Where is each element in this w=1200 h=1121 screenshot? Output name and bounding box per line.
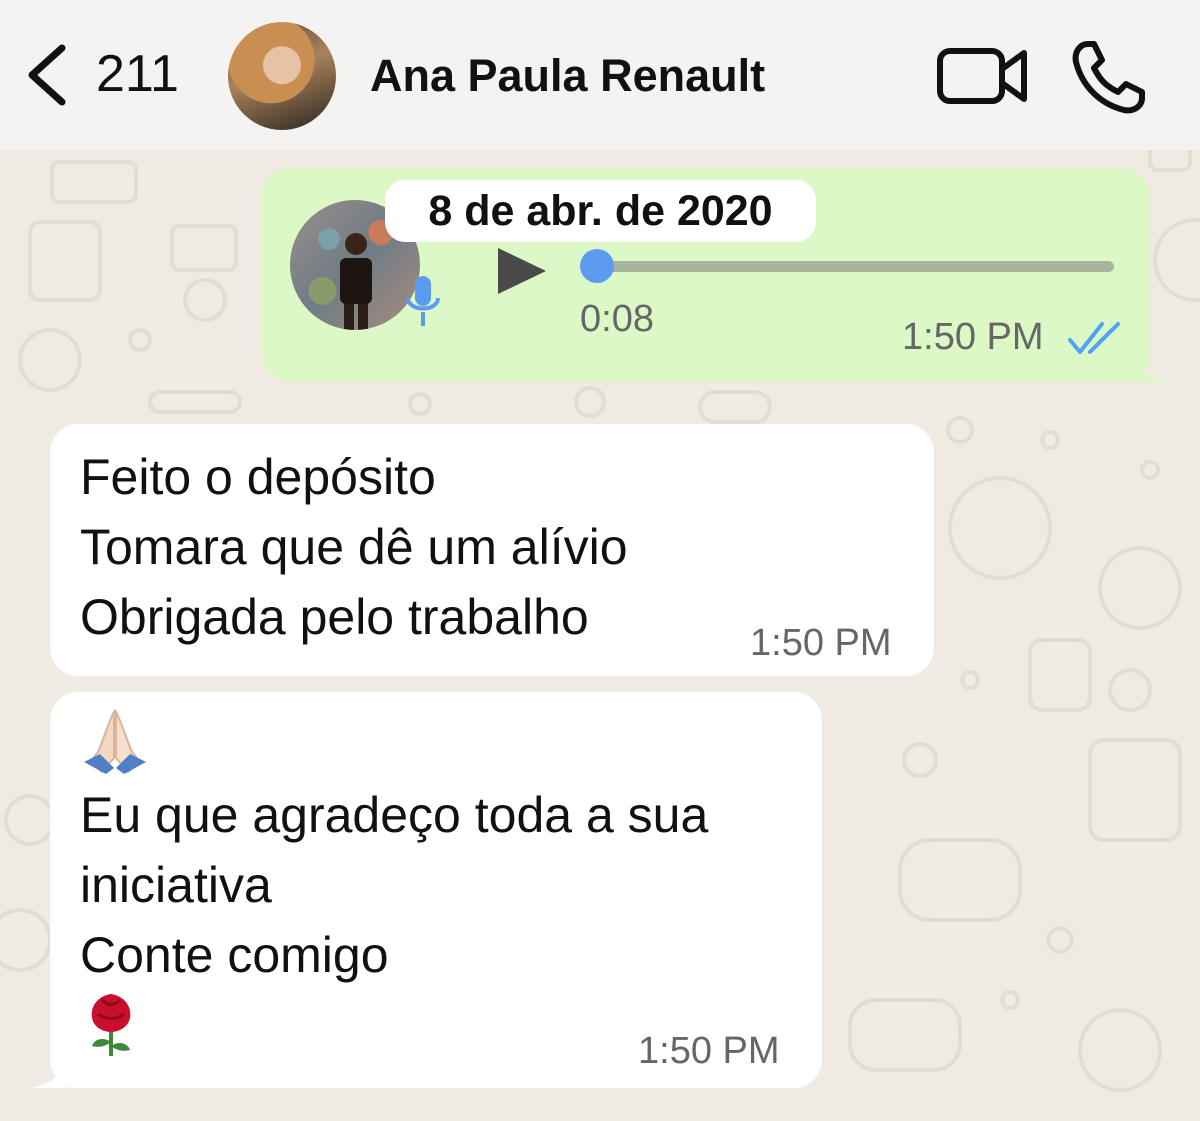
contact-name[interactable]: Ana Paula Renault [370, 50, 765, 102]
message-line: Feito o depósito [80, 449, 436, 505]
incoming-message[interactable]: Feito o depósito Tomara que dê um alívio… [50, 424, 934, 676]
audio-progress-knob[interactable] [580, 249, 614, 283]
audio-progress-track[interactable] [598, 261, 1114, 272]
message-time: 1:50 PM [638, 1030, 780, 1072]
chat-header: 211 Ana Paula Renault [0, 0, 1200, 150]
message-line: Conte comigo [80, 927, 389, 983]
message-line: Tomara que dê um alívio [80, 519, 628, 575]
contact-avatar[interactable] [228, 22, 336, 130]
message-time: 1:50 PM [750, 622, 892, 664]
video-call-icon[interactable] [936, 45, 1028, 107]
bubble-tail [30, 1058, 70, 1088]
incoming-message[interactable]: Eu que agradeço toda a sua iniciativa Co… [30, 692, 822, 1088]
microphone-icon [406, 276, 440, 326]
message-time: 1:50 PM [902, 316, 1044, 358]
date-separator: 8 de abr. de 2020 [385, 180, 816, 242]
message-line: Eu que agradeço toda a sua [80, 787, 709, 843]
person-figure [340, 233, 372, 330]
unread-count[interactable]: 211 [96, 44, 179, 104]
back-chevron-icon[interactable] [22, 40, 72, 110]
play-icon[interactable] [496, 246, 548, 296]
folded-hands-emoji-icon [84, 708, 146, 774]
message-line: iniciativa [80, 857, 272, 913]
phone-call-icon[interactable] [1070, 38, 1148, 116]
message-line: Obrigada pelo trabalho [80, 589, 589, 645]
audio-duration: 0:08 [580, 298, 654, 340]
read-ticks-icon [1068, 322, 1120, 354]
rose-emoji-icon [91, 994, 131, 1056]
bubble-tail [1130, 352, 1170, 382]
